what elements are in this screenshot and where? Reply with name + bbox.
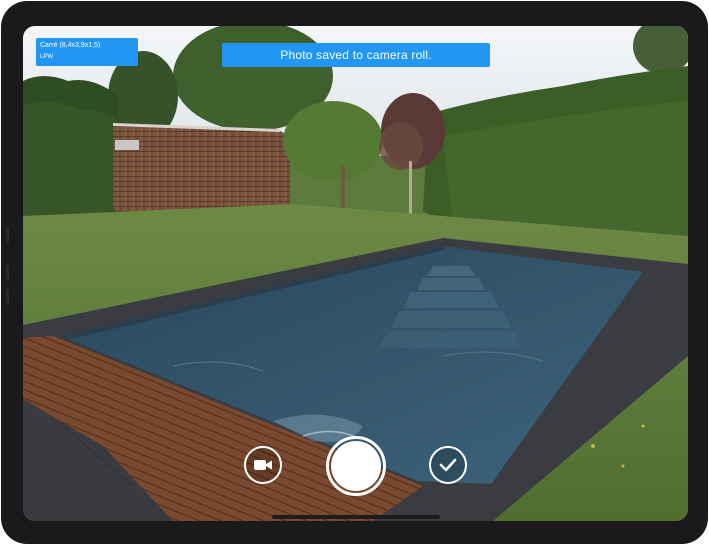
video-record-button[interactable] [244,446,282,484]
confirm-button[interactable] [429,446,467,484]
shutter-button-inner [331,441,381,491]
video-camera-icon [254,460,272,470]
camera-viewfinder[interactable]: Carré (8,4x3,9x1,5) LPW Photo saved to c… [23,26,688,521]
pool-finish-label: LPW [40,54,54,60]
tablet-frame: Carré (8,4x3,9x1,5) LPW Photo saved to c… [1,1,708,544]
toast-message: Photo saved to camera roll. [280,48,432,62]
pool-model-label: Carré (8,4x3,9x1,5) [40,42,101,49]
photo-saved-toast: Photo saved to camera roll. [222,43,490,67]
home-indicator [272,515,440,519]
pool-model-card[interactable]: Carré (8,4x3,9x1,5) LPW [36,38,138,66]
side-button [6,289,9,305]
side-button [6,265,9,281]
shutter-button[interactable] [326,436,386,496]
checkmark-icon [439,458,457,472]
side-button [6,227,9,243]
